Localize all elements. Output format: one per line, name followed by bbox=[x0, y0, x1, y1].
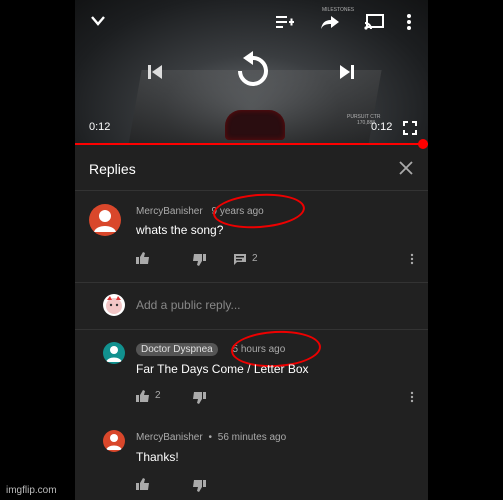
thumbs-down-icon[interactable] bbox=[192, 392, 206, 404]
person-icon bbox=[106, 346, 122, 362]
app-frame: MILESTONES PURSUIT CTR 170,888 0:12 0:12… bbox=[75, 0, 428, 500]
more-vert-icon[interactable] bbox=[410, 391, 414, 403]
thumbs-up-icon[interactable] bbox=[136, 478, 150, 490]
video-player[interactable]: MILESTONES PURSUIT CTR 170,888 0:12 0:12 bbox=[75, 0, 428, 145]
next-icon[interactable] bbox=[338, 63, 356, 81]
thumbs-up-icon[interactable] bbox=[136, 390, 150, 402]
reply-input[interactable]: Add a public reply... bbox=[136, 298, 241, 312]
reply-comment-icon[interactable] bbox=[233, 253, 247, 265]
chevron-down-icon[interactable] bbox=[89, 14, 107, 28]
separator-dot: • bbox=[208, 432, 212, 443]
cat-avatar-icon bbox=[106, 296, 122, 314]
thumbs-up-icon[interactable] bbox=[136, 252, 150, 264]
replies-header: Replies bbox=[75, 146, 428, 191]
comment-text: Thanks! bbox=[136, 450, 179, 464]
red-circle-annotation bbox=[211, 190, 307, 232]
more-vert-icon[interactable] bbox=[410, 253, 414, 265]
reply-comment: MercyBanisher • 56 minutes ago Thanks! bbox=[75, 418, 428, 500]
reply-author-line: MercyBanisher • 56 minutes ago bbox=[136, 432, 286, 443]
user-avatar bbox=[103, 294, 125, 316]
person-icon bbox=[94, 210, 116, 232]
avatar[interactable] bbox=[103, 342, 125, 364]
comment-author[interactable]: MercyBanisher bbox=[136, 432, 203, 443]
parent-comment: MercyBanisher 9 years ago whats the song… bbox=[75, 190, 428, 282]
current-time: 0:12 bbox=[89, 121, 111, 133]
person-icon bbox=[106, 434, 122, 450]
progress-bar[interactable] bbox=[75, 143, 428, 145]
comment-text: Far The Days Come / Letter Box bbox=[136, 362, 309, 376]
previous-icon[interactable] bbox=[146, 63, 164, 81]
replay-icon[interactable] bbox=[232, 50, 272, 90]
reply-input-row[interactable]: Add a public reply... bbox=[75, 282, 428, 330]
comment-author[interactable]: MercyBanisher bbox=[136, 206, 203, 217]
avatar[interactable] bbox=[103, 430, 125, 452]
fullscreen-icon[interactable] bbox=[403, 121, 417, 135]
avatar[interactable] bbox=[89, 204, 121, 236]
video-scene-car bbox=[225, 110, 285, 140]
share-icon[interactable] bbox=[320, 14, 340, 30]
cast-icon[interactable] bbox=[364, 14, 384, 30]
reply-count[interactable]: 2 bbox=[252, 253, 258, 264]
hud-milestones-label: MILESTONES bbox=[322, 7, 355, 13]
comment-time: 56 minutes ago bbox=[217, 432, 287, 443]
comment-text: whats the song? bbox=[136, 223, 224, 237]
duration-time: 0:12 bbox=[371, 121, 393, 133]
replies-title: Replies bbox=[89, 161, 136, 177]
add-to-queue-icon[interactable] bbox=[275, 14, 295, 30]
thumbs-down-icon[interactable] bbox=[192, 254, 206, 266]
more-vert-icon[interactable] bbox=[406, 13, 412, 31]
close-icon[interactable] bbox=[398, 160, 414, 176]
watermark: imgflip.com bbox=[6, 485, 57, 496]
like-count: 2 bbox=[155, 390, 161, 401]
reply-comment: Doctor Dyspnea 5 hours ago Far The Days … bbox=[75, 328, 428, 418]
thumbs-down-icon[interactable] bbox=[192, 480, 206, 492]
comment-author[interactable]: Doctor Dyspnea bbox=[136, 343, 218, 356]
